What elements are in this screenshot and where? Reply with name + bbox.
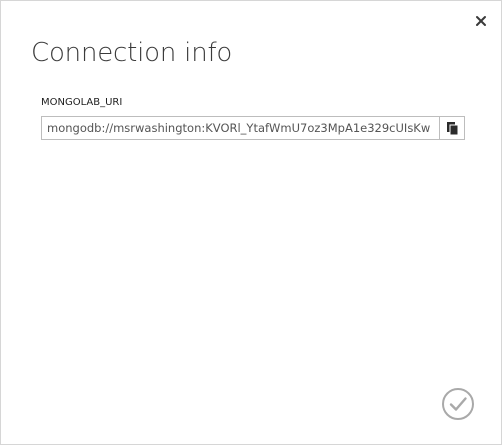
confirm-button[interactable] <box>441 387 475 421</box>
mongolab-uri-input[interactable] <box>41 116 439 140</box>
mongolab-uri-label: MONGOLAB_URI <box>41 97 123 108</box>
connection-info-dialog: Connection info MONGOLAB_URI <box>0 0 502 445</box>
page-title: Connection info <box>31 38 233 68</box>
uri-field-row <box>41 116 465 140</box>
copy-icon <box>447 122 459 136</box>
copy-button[interactable] <box>439 116 465 140</box>
close-button[interactable] <box>471 11 491 31</box>
close-icon <box>476 16 486 26</box>
checkmark-circle-icon <box>442 388 474 420</box>
